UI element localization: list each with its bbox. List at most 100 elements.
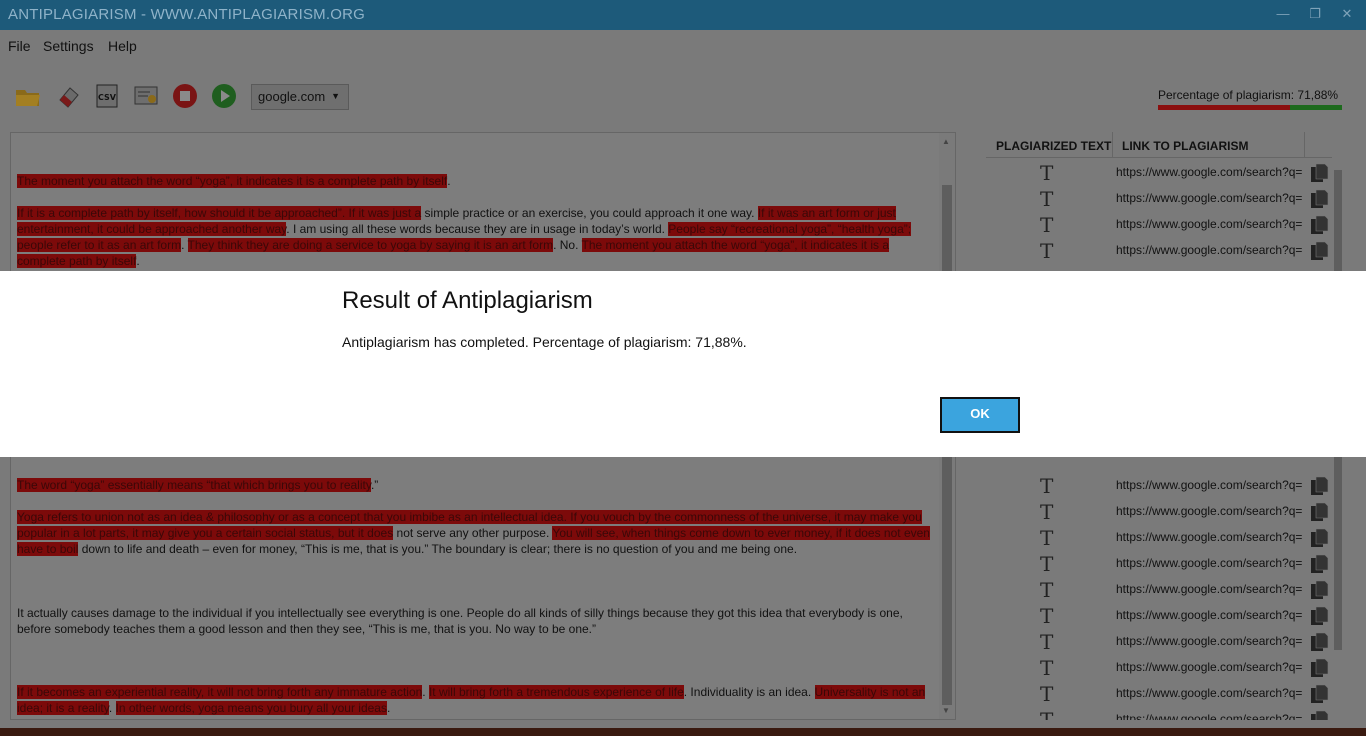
- copy-document-icon[interactable]: [1308, 683, 1330, 705]
- result-dialog: Result of Antiplagiarism Antiplagiarism …: [0, 271, 1366, 457]
- text-paragraph: The word “yoga” essentially means “that …: [17, 477, 935, 493]
- text-segment: . No.: [553, 238, 582, 252]
- menu-help[interactable]: Help: [108, 38, 137, 54]
- copy-document-icon[interactable]: [1308, 657, 1330, 679]
- plagiarized-text-segment: The word “yoga” essentially means “that …: [17, 478, 371, 492]
- copy-document-icon[interactable]: [1308, 709, 1330, 720]
- text-segment: .: [447, 174, 451, 188]
- plagiarized-text-segment: If it becomes an experiential reality, i…: [17, 685, 423, 699]
- table-row[interactable]: Thttps://www.google.com/search?q=: [986, 551, 1332, 577]
- text-icon[interactable]: T: [1040, 502, 1053, 522]
- plagiarized-text-segment: Yoga refers to union not as an idea & ph…: [17, 510, 445, 524]
- copy-document-icon[interactable]: [1308, 579, 1330, 601]
- text-icon[interactable]: T: [1040, 528, 1053, 548]
- minimize-icon[interactable]: —: [1274, 6, 1292, 22]
- table-row[interactable]: Thttps://www.google.com/search?q=: [986, 603, 1332, 629]
- copy-document-icon[interactable]: [1308, 527, 1330, 549]
- stop-icon[interactable]: [171, 82, 199, 110]
- text-paragraph: If it becomes an experiential reality, i…: [17, 684, 935, 716]
- table-row[interactable]: Thttps://www.google.com/search?q=: [986, 629, 1332, 655]
- plagiarism-link[interactable]: https://www.google.com/search?q=: [1116, 634, 1304, 648]
- plagiarism-link[interactable]: https://www.google.com/search?q=: [1116, 686, 1304, 700]
- close-icon[interactable]: ✕: [1338, 6, 1356, 22]
- plagiarized-text-segment: If it is a complete path by itself, how …: [17, 206, 422, 220]
- maximize-icon[interactable]: ❐: [1306, 6, 1324, 22]
- open-folder-icon[interactable]: [14, 82, 42, 110]
- copy-document-icon[interactable]: [1308, 188, 1330, 210]
- table-row[interactable]: Thttps://www.google.com/search?q=: [986, 525, 1332, 551]
- plagiarism-link[interactable]: https://www.google.com/search?q=: [1116, 530, 1304, 544]
- table-row[interactable]: Thttps://www.google.com/search?q=: [986, 707, 1332, 720]
- table-row[interactable]: Thttps://www.google.com/search?q=: [986, 160, 1332, 186]
- text-segment: simple practice or an exercise, you coul…: [421, 206, 758, 220]
- text-paragraph: If it is a complete path by itself, how …: [17, 205, 935, 269]
- plagiarism-link[interactable]: https://www.google.com/search?q=: [1116, 191, 1304, 205]
- text-segment: .: [108, 701, 116, 715]
- copy-document-icon[interactable]: [1308, 553, 1330, 575]
- certificate-icon[interactable]: [132, 82, 160, 110]
- copy-document-icon[interactable]: [1308, 162, 1330, 184]
- text-icon[interactable]: T: [1040, 606, 1053, 626]
- text-icon[interactable]: T: [1040, 684, 1053, 704]
- table-row[interactable]: Thttps://www.google.com/search?q=: [986, 655, 1332, 681]
- copy-document-icon[interactable]: [1308, 605, 1330, 627]
- text-icon[interactable]: T: [1040, 710, 1053, 720]
- plagiarism-link[interactable]: https://www.google.com/search?q=: [1116, 608, 1304, 622]
- menu-file[interactable]: File: [8, 38, 31, 54]
- table-row[interactable]: Thttps://www.google.com/search?q=: [986, 499, 1332, 525]
- svg-text:CSV: CSV: [98, 93, 117, 102]
- table-row[interactable]: Thttps://www.google.com/search?q=: [986, 212, 1332, 238]
- text-segment: . I am using all these words because the…: [286, 222, 669, 236]
- text-icon[interactable]: T: [1040, 163, 1053, 183]
- copy-document-icon[interactable]: [1308, 475, 1330, 497]
- text-segment: . Individuality is an idea.: [683, 685, 815, 699]
- copy-document-icon[interactable]: [1308, 214, 1330, 236]
- taskbar: [0, 728, 1366, 736]
- text-icon[interactable]: T: [1040, 189, 1053, 209]
- plagiarism-link[interactable]: https://www.google.com/search?q=: [1116, 660, 1304, 674]
- text-icon[interactable]: T: [1040, 632, 1053, 652]
- table-row[interactable]: Thttps://www.google.com/search?q=: [986, 186, 1332, 212]
- table-row[interactable]: Thttps://www.google.com/search?q=: [986, 577, 1332, 603]
- plagiarism-link[interactable]: https://www.google.com/search?q=: [1116, 165, 1304, 179]
- menu-settings[interactable]: Settings: [43, 38, 94, 54]
- text-icon[interactable]: T: [1040, 241, 1053, 261]
- text-segment: .: [181, 238, 188, 252]
- plagiarism-link[interactable]: https://www.google.com/search?q=: [1116, 217, 1304, 231]
- table-row[interactable]: Thttps://www.google.com/search?q=: [986, 473, 1332, 499]
- text-segment: .: [136, 254, 140, 268]
- text-icon[interactable]: T: [1040, 580, 1053, 600]
- plagiarized-text-segment: In other words, yoga means you bury all …: [115, 701, 387, 715]
- chevron-down-icon: ▼: [331, 91, 340, 101]
- ok-button[interactable]: OK: [940, 397, 1020, 433]
- text-icon[interactable]: T: [1040, 476, 1053, 496]
- column-header-plagiarized-text[interactable]: PLAGIARIZED TEXT: [996, 139, 1111, 153]
- plagiarism-progress-bar: [1158, 105, 1342, 110]
- text-icon[interactable]: T: [1040, 554, 1053, 574]
- text-icon[interactable]: T: [1040, 215, 1053, 235]
- search-engine-value: google.com: [258, 89, 326, 104]
- search-engine-select[interactable]: google.com ▼: [251, 84, 349, 110]
- plagiarism-percentage-label: Percentage of plagiarism: 71,88%: [1158, 88, 1339, 102]
- plagiarism-link[interactable]: https://www.google.com/search?q=: [1116, 478, 1304, 492]
- table-row[interactable]: Thttps://www.google.com/search?q=: [986, 681, 1332, 707]
- column-divider: [1304, 132, 1305, 158]
- text-icon[interactable]: T: [1040, 658, 1053, 678]
- copy-document-icon[interactable]: [1308, 501, 1330, 523]
- play-icon[interactable]: [210, 82, 238, 110]
- scroll-up-icon[interactable]: ▲: [942, 137, 950, 146]
- plagiarism-link[interactable]: https://www.google.com/search?q=: [1116, 556, 1304, 570]
- copy-document-icon[interactable]: [1308, 631, 1330, 653]
- plagiarism-link[interactable]: https://www.google.com/search?q=: [1116, 712, 1304, 720]
- plagiarism-link[interactable]: https://www.google.com/search?q=: [1116, 582, 1304, 596]
- csv-icon[interactable]: CSV: [93, 82, 121, 110]
- dialog-message: Antiplagiarism has completed. Percentage…: [342, 334, 747, 350]
- copy-document-icon[interactable]: [1308, 240, 1330, 262]
- scroll-down-icon[interactable]: ▼: [942, 706, 950, 715]
- column-header-link[interactable]: LINK TO PLAGIARISM: [1122, 139, 1248, 153]
- table-row[interactable]: Thttps://www.google.com/search?q=: [986, 238, 1332, 264]
- menu-bar: File Settings Help: [0, 30, 1366, 60]
- plagiarism-link[interactable]: https://www.google.com/search?q=: [1116, 504, 1304, 518]
- plagiarism-link[interactable]: https://www.google.com/search?q=: [1116, 243, 1304, 257]
- eraser-icon[interactable]: [54, 82, 82, 110]
